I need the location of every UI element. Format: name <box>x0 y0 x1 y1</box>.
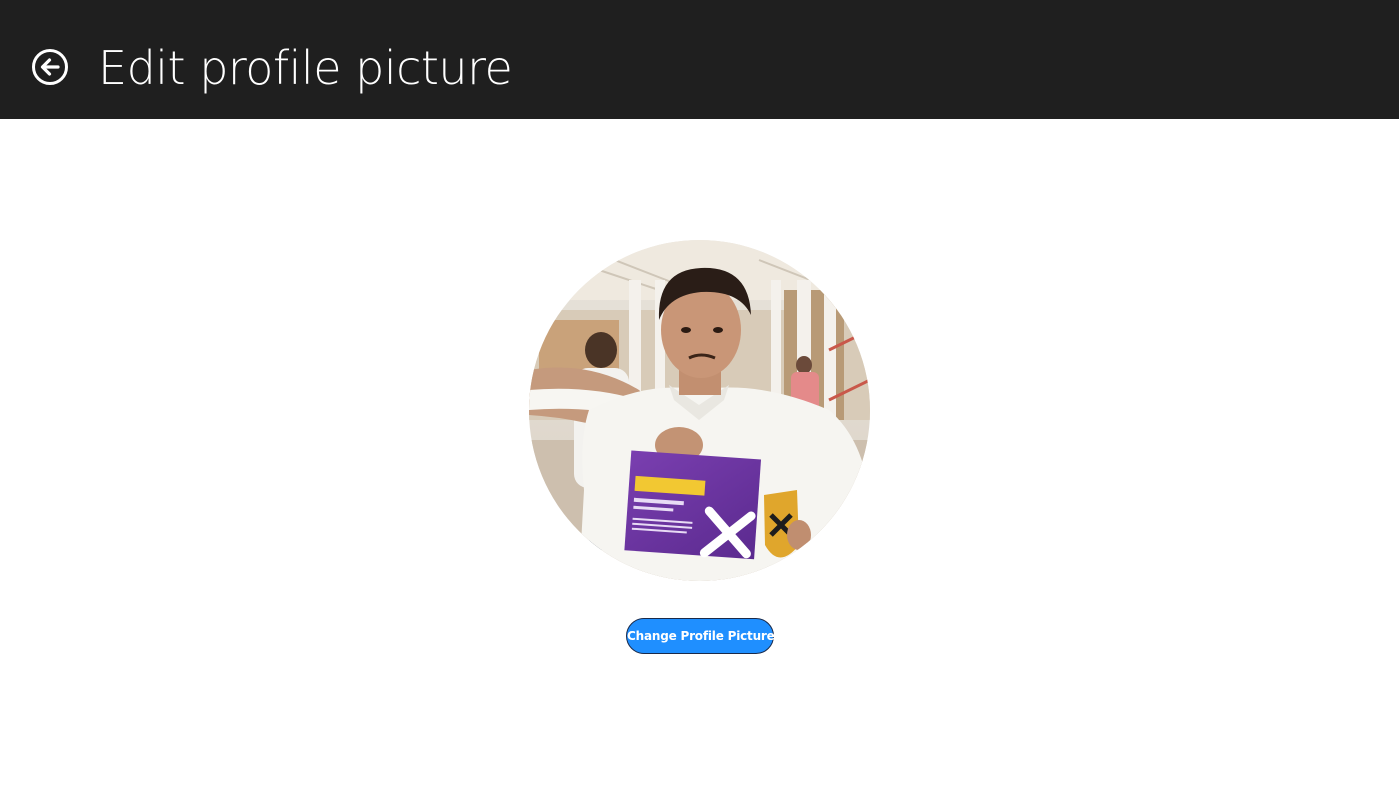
back-arrow-circle-icon <box>32 49 68 85</box>
change-profile-picture-button[interactable]: Change Profile Picture <box>626 618 775 654</box>
back-button[interactable] <box>31 48 69 86</box>
app-header: Edit profile picture <box>0 0 1399 119</box>
page-title: Edit profile picture <box>98 41 513 95</box>
profile-picture <box>529 240 870 581</box>
